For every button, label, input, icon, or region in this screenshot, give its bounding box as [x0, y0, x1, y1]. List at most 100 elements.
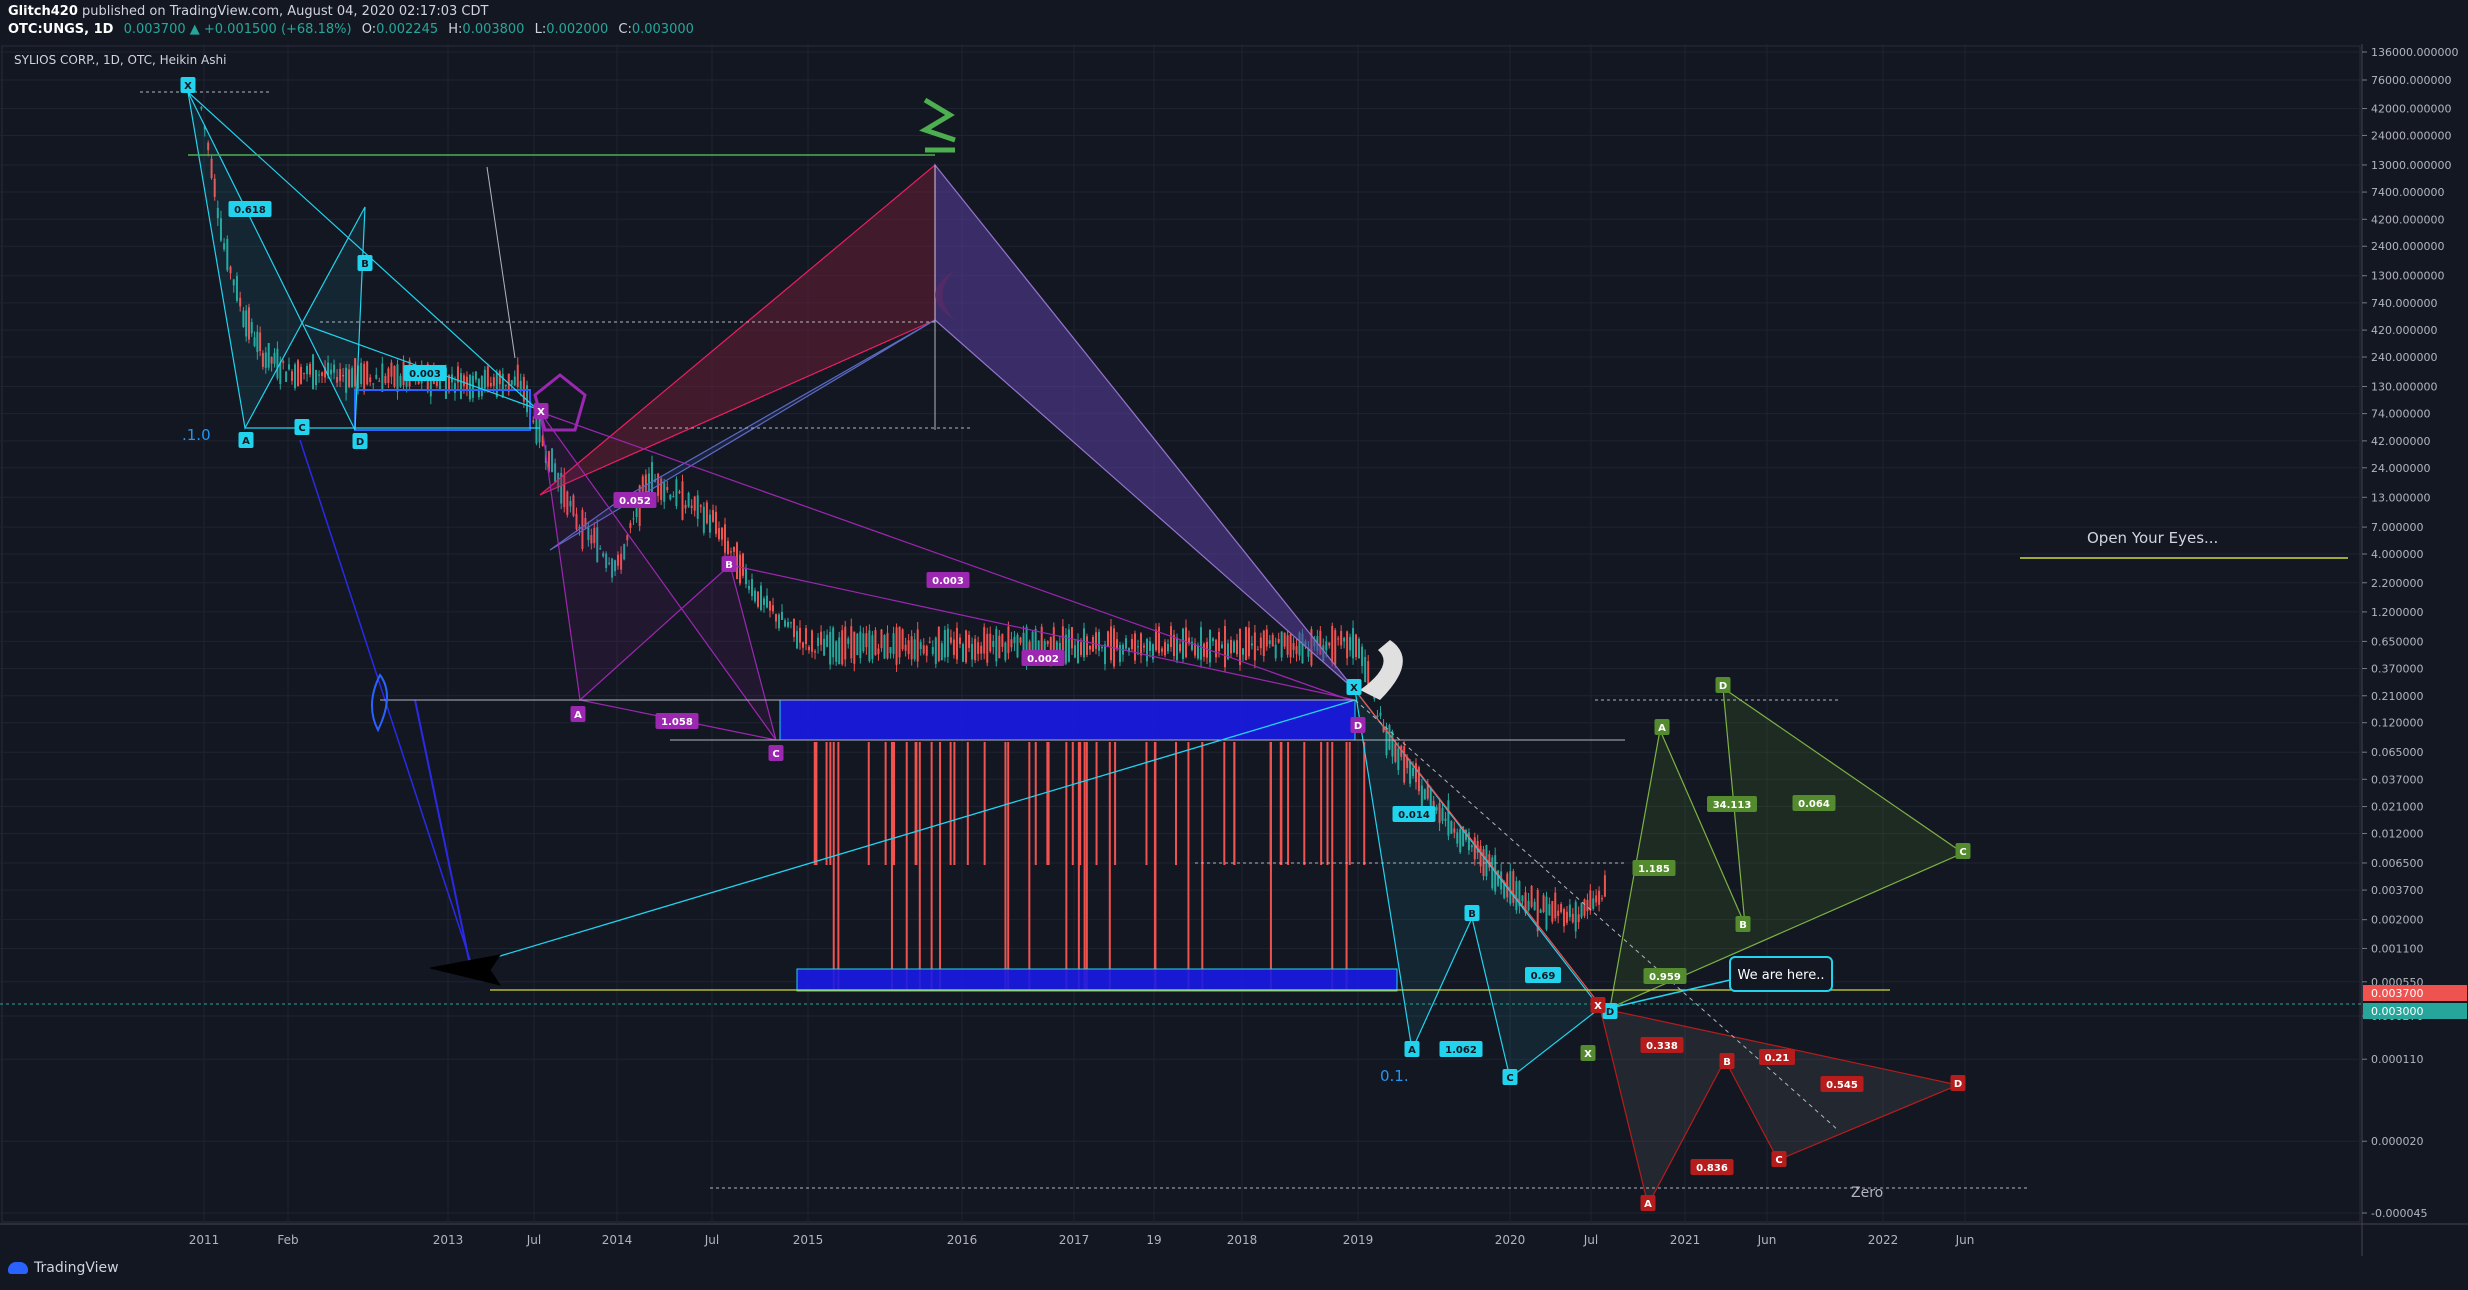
candle-body [1530, 886, 1533, 907]
candle-body [1283, 632, 1286, 647]
candle-body [832, 627, 835, 658]
candle-body [868, 630, 871, 662]
candle-body [294, 364, 297, 389]
candle-body [1092, 637, 1094, 652]
candle-body [883, 635, 886, 659]
pattern-1-ratio-a: 0.618 [234, 205, 266, 216]
candle-body [1236, 640, 1238, 655]
pattern-4-c: C [1959, 847, 1966, 858]
candle-body [793, 618, 795, 637]
candle-body [787, 621, 789, 627]
candle-body [1598, 890, 1601, 905]
candle-body [1334, 630, 1337, 665]
candle-body [998, 635, 1001, 659]
price-tag-label: 0.003000 [2371, 1005, 2424, 1018]
chart-canvas[interactable]: X A B C D 0.618 0.003 X A B C D 0.052 1.058 0.003 0.002… [0, 0, 2468, 1290]
candle-body [378, 380, 381, 382]
candle-body [538, 416, 541, 443]
candle-body [708, 514, 711, 533]
price-axis[interactable]: 136000.000000 76000.000000 42000.000000 240… [2362, 46, 2467, 1220]
candle-body [1182, 628, 1184, 659]
y-tick-label: 24000.000000 [2371, 129, 2451, 142]
candle-body [1325, 641, 1328, 651]
candle-body [989, 633, 992, 652]
pattern-2-c: C [772, 749, 779, 760]
candle-body [766, 595, 768, 608]
pattern-3-ratio-a: 0.014 [1398, 810, 1430, 821]
y-tick-label: 0.021000 [2371, 801, 2424, 814]
white-arrow-icon [1360, 640, 1403, 700]
candle-body [1274, 644, 1277, 659]
pattern-4-b: B [1739, 920, 1747, 931]
pattern-4-d: D [1719, 681, 1727, 692]
candle-body [739, 554, 741, 584]
candle-body [678, 491, 681, 493]
candle-body [1337, 638, 1340, 640]
candle-body [285, 371, 288, 382]
y-tick-label: 0.210000 [2371, 690, 2424, 703]
candle-body [1533, 901, 1536, 911]
candle-body [1521, 895, 1524, 902]
brand-label: TradingView [34, 1260, 119, 1276]
pattern-2-b: B [725, 560, 733, 571]
candle-body [1116, 639, 1118, 649]
candle-body [675, 479, 678, 507]
candle-body [393, 365, 396, 387]
candle-body [282, 361, 285, 363]
candle-body [1001, 633, 1004, 647]
candle-body [1331, 625, 1334, 664]
candle-body [1268, 640, 1271, 644]
candle-body [980, 645, 983, 654]
candle-body [817, 637, 820, 647]
candle-body [1083, 628, 1085, 658]
candle-body [916, 629, 919, 662]
candle-body [974, 638, 977, 661]
candle-body [889, 647, 892, 654]
candle-body [730, 551, 732, 553]
candle-body [1271, 634, 1274, 647]
y-tick-label: 2.200000 [2371, 577, 2424, 590]
candle-body [1289, 634, 1292, 658]
candle-body [288, 364, 290, 370]
y-tick-label: 0.120000 [2371, 717, 2424, 730]
candle-body [1010, 639, 1013, 648]
candle-body [922, 645, 925, 654]
candle-body [1600, 898, 1603, 900]
pattern-5-ratio-a: 0.338 [1646, 1041, 1678, 1052]
tradingview-logo[interactable]: TradingView [8, 1260, 119, 1276]
candle-body [958, 637, 961, 645]
candle-body [459, 373, 462, 399]
time-axis[interactable]: 2011 Feb 2013 Jul 2014 Jul 2015 2016 2017 19 2018 2… [189, 1233, 1975, 1247]
candle-body [790, 622, 792, 624]
candle-body [1179, 644, 1181, 652]
candle-body [1140, 633, 1142, 656]
candle-body [396, 364, 399, 392]
candle-body [1046, 641, 1049, 645]
candle-body [516, 364, 519, 388]
y-tick-label: 42.000000 [2371, 435, 2431, 448]
candle-body [399, 375, 402, 387]
candle-body [300, 366, 303, 384]
candle-body [1067, 629, 1070, 662]
candle-body [1568, 904, 1571, 918]
x-tick-label: 2015 [793, 1233, 824, 1247]
candle-body [1247, 627, 1250, 657]
pattern-1-x: X [184, 81, 192, 92]
candle-body [1019, 637, 1022, 643]
candle-body [1200, 627, 1202, 660]
candle-body [904, 644, 907, 651]
pattern-5-ratio-b: 0.21 [1765, 1053, 1790, 1064]
candle-body [1256, 649, 1259, 651]
black-arrow-icon [429, 954, 502, 986]
cyan-pattern-3 [1354, 689, 1601, 1080]
pattern-2-ratio-d: 0.002 [1027, 654, 1059, 665]
y-tick-label: 76000.000000 [2371, 74, 2451, 87]
candle-body [775, 614, 777, 622]
drawings-layer: X A B C D 0.618 0.003 X A B C D 0.052 1.058 0.003 0.002… [0, 77, 2362, 1211]
y-tick-label: 0.001100 [2371, 942, 2424, 955]
pattern-3-ratio-b: 1.062 [1445, 1045, 1477, 1056]
pattern-5-ratio-d: 0.545 [1826, 1080, 1858, 1091]
candle-body [1571, 913, 1574, 923]
candle-body [1077, 640, 1079, 664]
y-tick-label: 4.000000 [2371, 548, 2424, 561]
